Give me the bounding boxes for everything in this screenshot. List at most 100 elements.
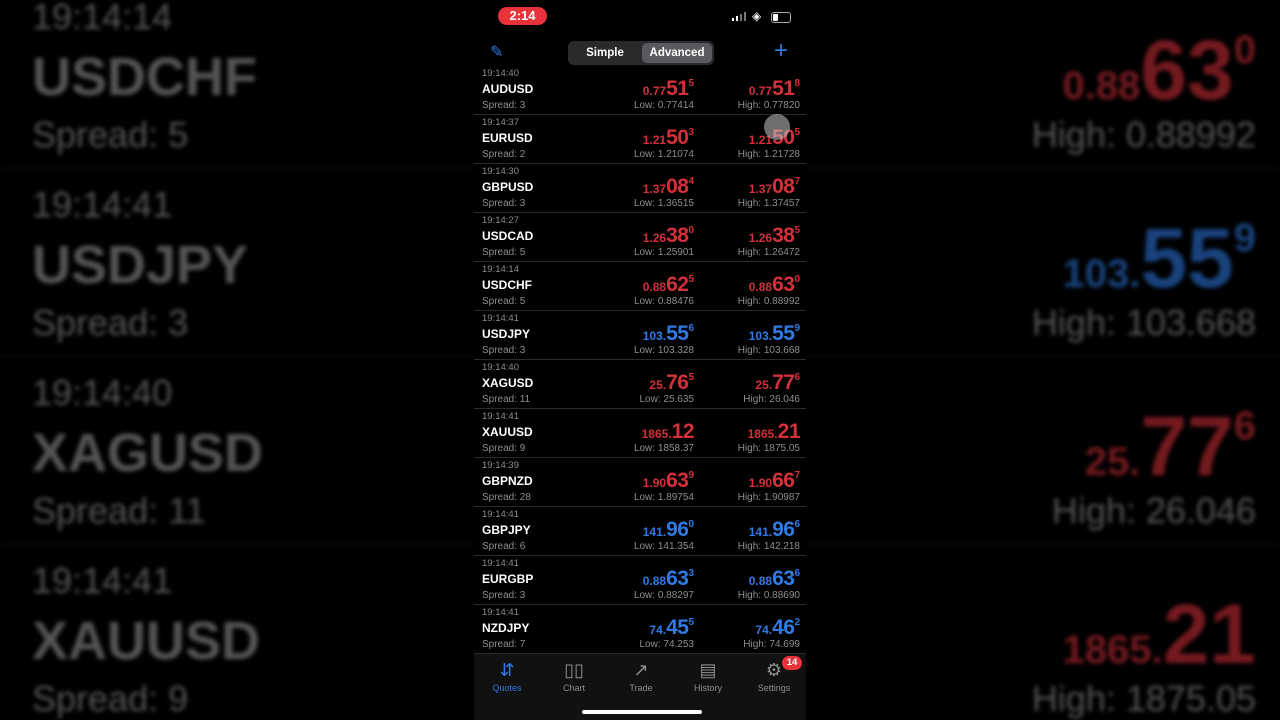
ask-price-big: 96 bbox=[772, 518, 795, 541]
mode-advanced-button[interactable]: Advanced bbox=[642, 43, 712, 63]
quote-row[interactable]: 19:14:27 USDCAD Spread: 5 1.26380 1.26385 Low… bbox=[474, 213, 806, 262]
backdrop-spread: Spread: 3 bbox=[32, 302, 189, 343]
quote-time: 19:14:41 bbox=[482, 607, 519, 618]
battery-icon bbox=[771, 12, 791, 23]
backdrop-spread: Spread: 11 bbox=[32, 490, 206, 531]
bid-price: 74.455 bbox=[649, 616, 694, 640]
tab-label: Settings bbox=[757, 683, 791, 693]
bid-price-pip: 0 bbox=[688, 519, 694, 530]
ask-price: 1.90667 bbox=[749, 469, 800, 493]
add-symbol-icon[interactable]: + bbox=[774, 37, 788, 65]
edit-pencil-icon[interactable]: ✎ bbox=[490, 42, 503, 62]
ask-price-prefix: 141. bbox=[748, 525, 773, 539]
quote-high: High: 1.21728 bbox=[737, 149, 800, 160]
bid-price-prefix: 25. bbox=[649, 378, 667, 392]
backdrop-spread: Spread: 5 bbox=[32, 114, 189, 155]
quote-row[interactable]: 19:14:41 GBPJPY Spread: 6 141.960 141.966 Low… bbox=[474, 507, 806, 556]
ask-price-big: 63 bbox=[772, 567, 795, 590]
quote-high: High: 1.90987 bbox=[737, 492, 800, 503]
quote-high: High: 0.88992 bbox=[737, 296, 800, 307]
quote-spread: Spread: 7 bbox=[482, 639, 526, 650]
quote-low: Low: 0.88297 bbox=[633, 590, 694, 601]
quote-row[interactable]: 19:14:39 GBPNZD Spread: 28 1.90639 1.90667 Lo… bbox=[474, 458, 806, 507]
quote-spread: Spread: 28 bbox=[482, 492, 531, 503]
backdrop-price-big: 63 bbox=[1140, 23, 1234, 117]
bid-price: 1.26380 bbox=[643, 224, 694, 248]
bid-price-big: 45 bbox=[666, 616, 689, 639]
ask-price-big: 55 bbox=[772, 322, 795, 345]
quote-symbol: XAGUSD bbox=[482, 376, 534, 390]
bid-price: 1.21503 bbox=[643, 126, 694, 150]
ask-price-prefix: 0.88 bbox=[748, 574, 773, 588]
quote-row[interactable]: 19:14:37 EURUSD Spread: 2 1.215031.2150 5 Low… bbox=[474, 115, 806, 164]
bid-price-pip: 6 bbox=[688, 323, 694, 334]
backdrop-left: 19:14:14 USDCHF Spread: 5 19:14:41 USDJPY Spr… bbox=[0, 0, 474, 720]
quote-spread: Spread: 5 bbox=[482, 247, 526, 258]
backdrop-price: 103.559 bbox=[1062, 210, 1256, 307]
quote-row[interactable]: 19:14:41 NZDJPY Spread: 7 74.455 74.462 Low: … bbox=[474, 605, 806, 654]
quote-row[interactable]: 19:14:40 XAGUSD Spread: 11 25.765 25.776 Low:… bbox=[474, 360, 806, 409]
ask-price-pip: 9 bbox=[794, 323, 800, 334]
bid-price-big: 96 bbox=[666, 518, 689, 541]
quote-row[interactable]: 19:14:30 GBPUSD Spread: 3 1.37084 1.37087 Low… bbox=[474, 164, 806, 213]
ask-price-prefix: 0.88 bbox=[748, 280, 773, 294]
quote-row[interactable]: 19:14:41 USDJPY Spread: 3 103.556 103.559 Low… bbox=[474, 311, 806, 360]
quote-row[interactable]: 19:14:40 AUDUSD Spread: 3 0.77515 0.77518 Low… bbox=[474, 66, 806, 115]
trade-icon: ↗ bbox=[633, 660, 649, 680]
bid-price-pip: 0 bbox=[688, 225, 694, 236]
bid-price-pip: 5 bbox=[688, 78, 694, 89]
backdrop-divider bbox=[0, 544, 474, 545]
quote-low: Low: 1.89754 bbox=[633, 492, 694, 503]
quote-high: High: 103.668 bbox=[737, 345, 800, 356]
bid-price-pip: 5 bbox=[688, 372, 694, 383]
tab-chart[interactable]: ▯▯ Chart bbox=[541, 658, 607, 693]
quote-symbol: USDCHF bbox=[482, 278, 532, 292]
tab-label: Quotes bbox=[492, 683, 522, 693]
tab-history[interactable]: ▤ History bbox=[675, 658, 741, 693]
quote-high: High: 0.77820 bbox=[737, 100, 800, 111]
quotes-list: 19:14:40 AUDUSD Spread: 3 0.77515 0.77518 Low… bbox=[474, 66, 806, 654]
bid-price: 1865.12 bbox=[642, 420, 695, 444]
quote-row[interactable]: 19:14:41 EURGBP Spread: 3 0.88633 0.88636 Low… bbox=[474, 556, 806, 605]
quote-symbol: GBPNZD bbox=[482, 474, 533, 488]
ask-price: 0.77518 bbox=[749, 77, 800, 101]
bid-price-pip: 4 bbox=[688, 176, 694, 187]
quote-spread: Spread: 3 bbox=[482, 345, 526, 356]
ask-price-big: 08 bbox=[772, 175, 795, 198]
tab-trade[interactable]: ↗ Trade bbox=[608, 658, 674, 693]
bid-price: 0.88625 bbox=[643, 273, 694, 297]
quote-high: High: 1.26472 bbox=[737, 247, 800, 258]
bid-price-pip: 5 bbox=[688, 617, 694, 628]
quote-row[interactable]: 19:14:14 USDCHF Spread: 5 0.88625 0.88630 Low… bbox=[474, 262, 806, 311]
quote-time: 19:14:27 bbox=[482, 215, 519, 226]
quote-symbol: GBPJPY bbox=[482, 523, 531, 537]
ask-price-big: 63 bbox=[772, 273, 795, 296]
tab-quotes[interactable]: ⇵ Quotes bbox=[474, 658, 540, 693]
quote-low: Low: 141.354 bbox=[633, 541, 694, 552]
ask-price-pip: 8 bbox=[794, 78, 800, 89]
quote-time: 19:14:40 bbox=[482, 68, 519, 79]
quote-spread: Spread: 3 bbox=[482, 590, 526, 601]
quote-low: Low: 0.77414 bbox=[633, 100, 694, 111]
backdrop-price-big: 55 bbox=[1140, 211, 1234, 305]
mode-simple-button[interactable]: Simple bbox=[570, 43, 640, 63]
ask-price: 1.37087 bbox=[749, 175, 800, 199]
mode-segmented-control: Simple Advanced bbox=[568, 41, 714, 65]
bid-price-prefix: 0.77 bbox=[642, 84, 667, 98]
backdrop-price: 1865.21 bbox=[1062, 586, 1256, 683]
backdrop-divider bbox=[0, 168, 474, 169]
quote-time: 19:14:39 bbox=[482, 460, 519, 471]
bid-price-big: 12 bbox=[671, 420, 695, 443]
quote-high: High: 74.699 bbox=[743, 639, 800, 650]
bid-price: 1.37084 bbox=[643, 175, 694, 199]
backdrop-right: 0.88630 High: 0.88992 103.559 High: 103.668… bbox=[806, 0, 1280, 720]
bid-price: 25.765 bbox=[649, 371, 694, 395]
ask-price-pip: 7 bbox=[794, 470, 800, 481]
quote-time: 19:14:41 bbox=[482, 509, 519, 520]
quote-high: High: 26.046 bbox=[743, 394, 800, 405]
home-indicator[interactable] bbox=[582, 710, 702, 714]
backdrop-time: 19:14:41 bbox=[32, 560, 173, 601]
bid-price-pip: 3 bbox=[688, 568, 694, 579]
ask-price-big: 51 bbox=[772, 77, 795, 100]
quote-row[interactable]: 19:14:41 XAUUSD Spread: 9 1865.12 1865.21 Low… bbox=[474, 409, 806, 458]
